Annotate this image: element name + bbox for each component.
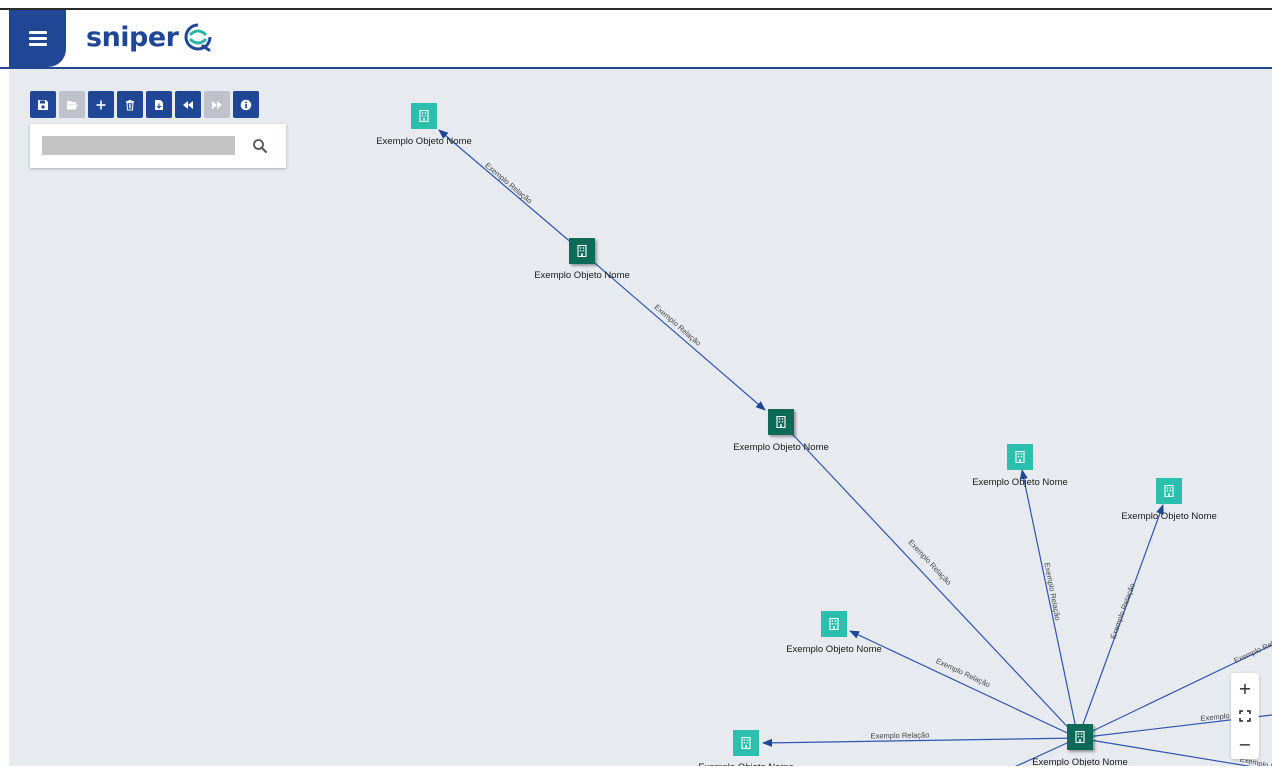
edge[interactable] [438, 129, 581, 251]
node-label: Exemplo Objeto Nome [972, 477, 1068, 488]
graph-node[interactable]: Exemplo Objeto Nome [1032, 724, 1128, 768]
edge[interactable] [780, 421, 1079, 739]
node-label: Exemplo Objeto Nome [376, 136, 472, 147]
add-button[interactable] [88, 91, 114, 118]
fit-screen-icon [1239, 710, 1251, 722]
node-label: Exemplo Objeto Nome [786, 644, 882, 655]
backward-icon [183, 100, 193, 109]
export-button[interactable] [146, 91, 172, 118]
delete-button[interactable] [117, 91, 143, 118]
edge-label: Exemplo Relação [870, 730, 929, 740]
graph-node[interactable]: Exemplo Objeto Nome [376, 103, 472, 147]
edge[interactable] [1019, 469, 1079, 739]
graph-node[interactable]: Exemplo Objeto Nome [534, 238, 630, 281]
fit-screen-button[interactable] [1231, 703, 1259, 729]
graph-toolbar [30, 91, 259, 118]
plus-icon [96, 100, 106, 109]
edge-label: Exemplo Relação [1108, 582, 1137, 640]
save-button[interactable] [30, 91, 56, 118]
forward-button[interactable] [204, 91, 230, 118]
edge-label: Exemplo Relação [483, 161, 534, 206]
search-icon[interactable] [252, 138, 268, 154]
zoom-in-button[interactable]: + [1231, 675, 1259, 701]
search-input[interactable] [42, 136, 235, 155]
edge-label: Exemplo Relação [1042, 562, 1062, 621]
graph-node[interactable]: Exemplo Objeto Nome [972, 444, 1068, 488]
forward-icon [212, 100, 222, 109]
open-button[interactable] [59, 91, 85, 118]
graph-node[interactable]: Exemplo Objeto Nome [733, 409, 829, 453]
node-label: Exemplo Objeto Nome [534, 270, 630, 281]
node-label: Exemplo Objeto Nome [1121, 511, 1217, 522]
back-button[interactable] [175, 91, 201, 118]
trash-icon [126, 99, 134, 110]
edge-label: Exemplo Relação [653, 302, 703, 347]
node-label: Exemplo Objeto Nome [733, 442, 829, 453]
edge-label: Exemplo Relação [1232, 632, 1272, 665]
info-button[interactable] [233, 91, 259, 118]
zoom-controls: + − [1231, 673, 1259, 759]
graph-node[interactable]: Exemplo Objeto Nome [698, 730, 794, 769]
folder-open-icon [67, 100, 78, 109]
zoom-out-button[interactable]: − [1231, 731, 1259, 757]
file-icon [155, 99, 163, 110]
graph-node[interactable]: Exemplo Objeto Nome [786, 611, 882, 655]
info-circle-icon [240, 99, 252, 110]
search-panel [30, 124, 286, 168]
graph-node[interactable]: Exemplo Objeto Nome [1121, 478, 1217, 522]
floppy-disk-icon [38, 99, 48, 110]
edge[interactable] [849, 630, 1079, 739]
